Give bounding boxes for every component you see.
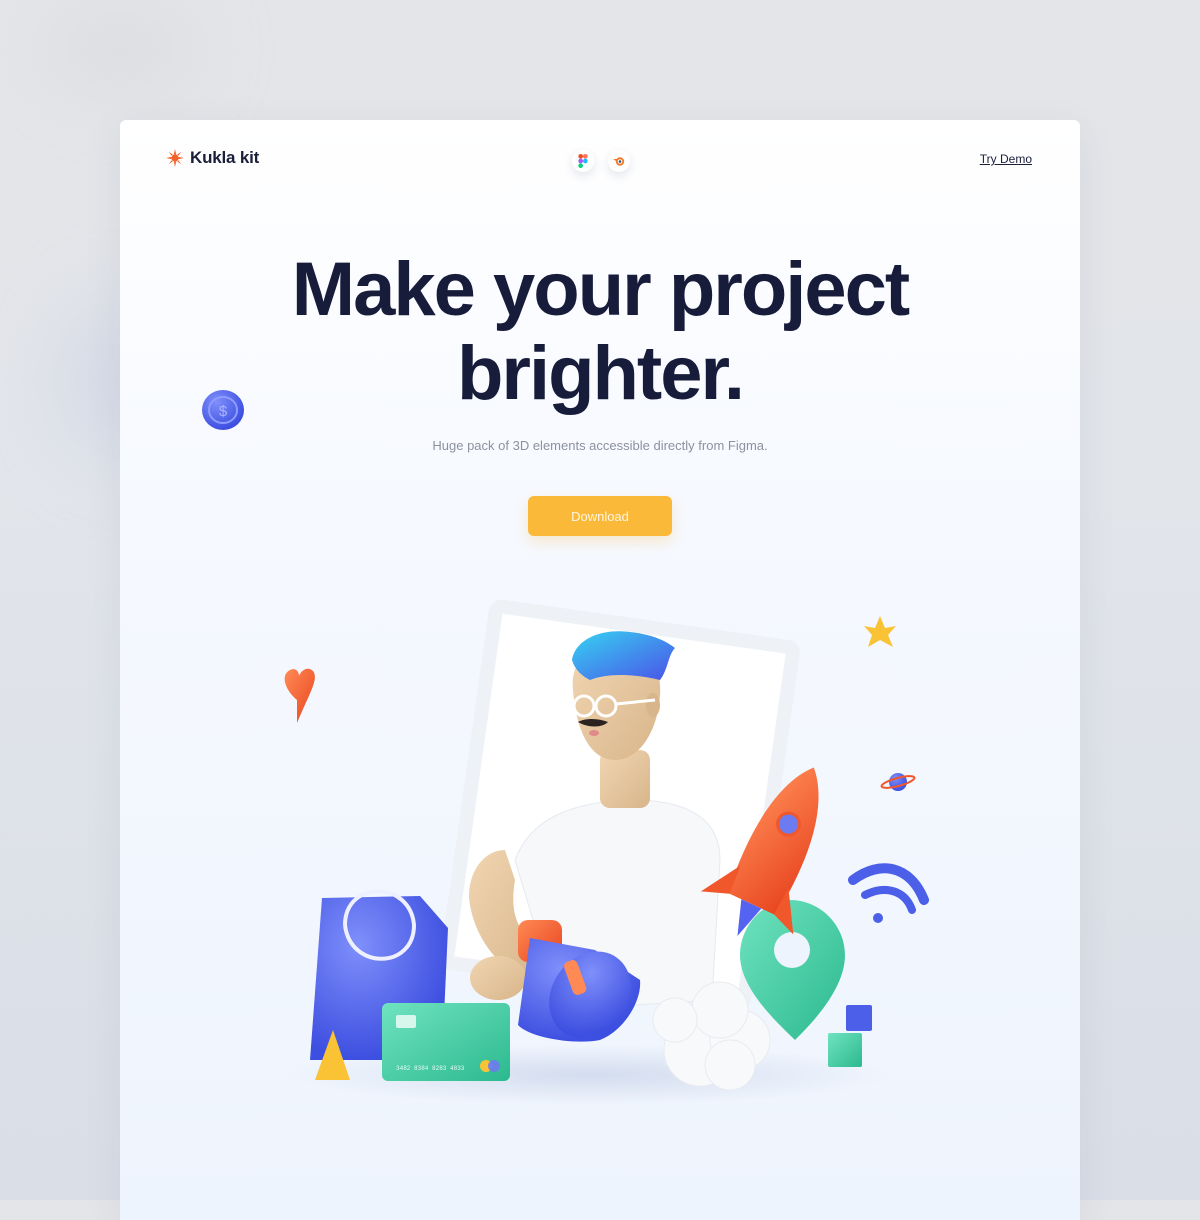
landing-card: Kukla kit Try Demo Make your project bri… [120,120,1080,1220]
brand-name: Kukla kit [190,148,260,167]
megaphone [518,920,641,1042]
figma-icon[interactable] [572,150,594,172]
character [469,631,721,1011]
phone-frame [440,599,800,1011]
hero-title: Make your project brighter. [120,248,1080,416]
download-button[interactable]: Download [528,496,672,536]
wifi-icon [848,863,929,923]
blender-icon[interactable] [608,150,630,172]
brand-logo[interactable]: Kukla kit [166,148,259,168]
hero-subtitle: Huge pack of 3D elements accessible dire… [432,438,768,453]
hero-title-line-2: brighter. [456,331,745,416]
hero-title-line-1: Make your project [291,247,910,332]
cloud [652,981,771,1091]
try-demo-link[interactable]: Try Demo [980,152,1032,166]
planet-icon [880,773,916,791]
rocket [700,767,819,937]
shopping-bag [310,889,448,1060]
credit-card: 3482 8384 8283 4833 [382,1003,510,1081]
star-icon [864,616,896,647]
top-nav: Kukla kit Try Demo [120,120,1080,200]
tool-icons [572,150,630,172]
cubes [828,1005,872,1067]
cone [315,1030,350,1080]
heart-icon [284,668,315,723]
location-pin [740,900,845,1040]
card-number: 3482 8384 8283 4833 [396,1065,465,1072]
sun-burst-icon [166,149,184,167]
